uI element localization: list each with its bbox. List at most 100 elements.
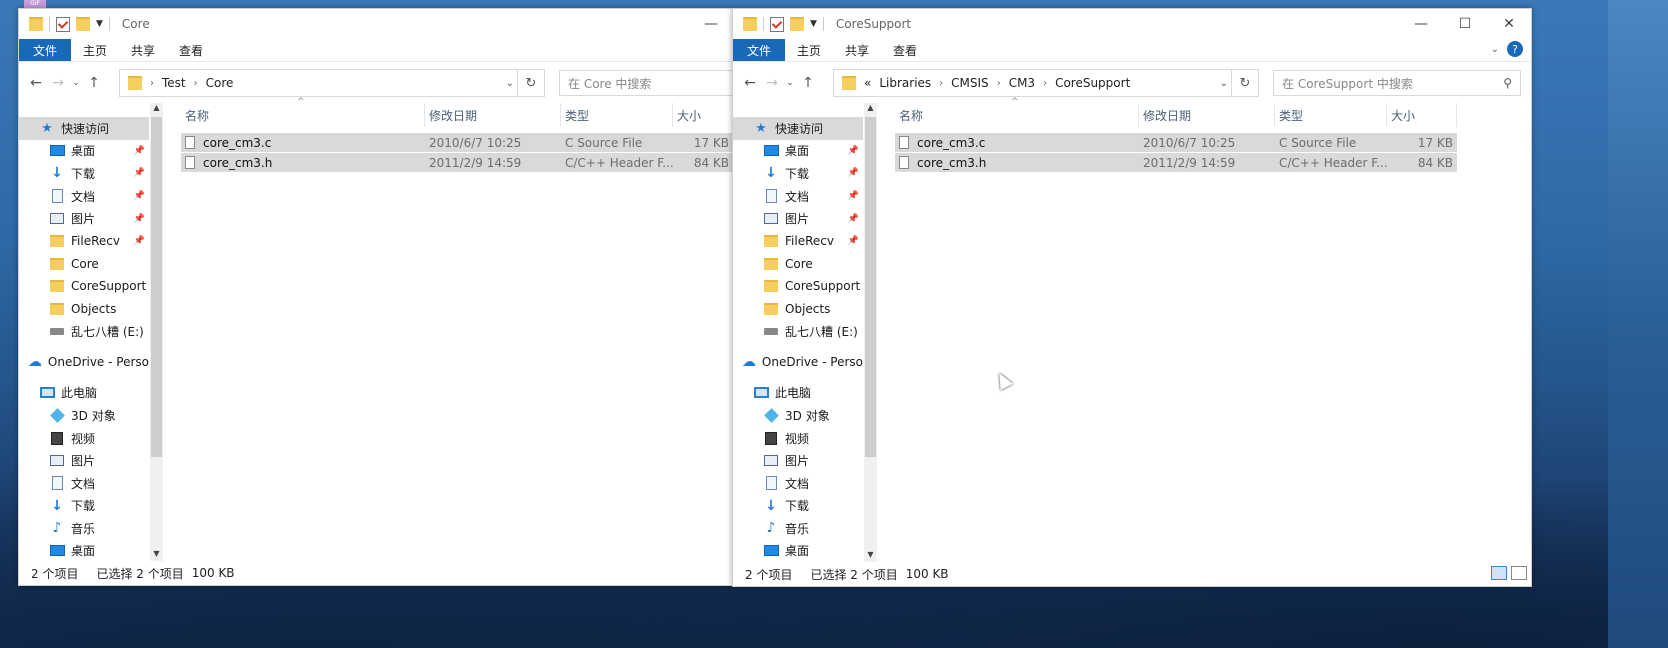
nav-quick-access[interactable]: ★ 快速访问 (19, 117, 149, 140)
close-button[interactable]: ✕ (1487, 9, 1531, 39)
table-row[interactable]: core_cm3.h 2011/2/9 14:59 C/C++ Header F… (181, 153, 733, 172)
nav-item[interactable]: 3D 对象 (733, 404, 863, 427)
file-list[interactable]: ^ 名称 修改日期 类型 大小 core_cm3.c 2010/6/7 10:2… (895, 97, 1531, 562)
column-type[interactable]: 类型 (561, 103, 673, 127)
nav-item[interactable]: 图片 📌 (733, 207, 863, 230)
nav-onedrive[interactable]: ☁ OneDrive - Perso (19, 351, 149, 374)
recent-locations-icon[interactable]: ⌄ (783, 78, 797, 88)
help-icon[interactable]: ? (1507, 41, 1523, 57)
minimize-button[interactable]: — (689, 9, 733, 39)
nav-item[interactable]: 桌面 📌 (733, 140, 863, 163)
nav-this-pc[interactable]: 此电脑 (19, 382, 149, 405)
column-name[interactable]: 名称 (181, 103, 425, 127)
nav-item[interactable]: 桌面 (733, 540, 863, 562)
scroll-down-icon[interactable]: ▼ (864, 550, 877, 562)
column-date[interactable]: 修改日期 (1139, 103, 1275, 127)
nav-item[interactable]: ↓ 下载 📌 (19, 162, 149, 185)
nav-item[interactable]: 乱七八糟 (E:) (733, 320, 863, 343)
explorer-window-core[interactable]: ▼ Core — 文件 主页 共享 查看 ← → ⌄ ↑ › Test › Co… (18, 8, 734, 586)
nav-item[interactable]: 3D 对象 (19, 404, 149, 427)
scroll-up-icon[interactable]: ▲ (864, 103, 877, 115)
breadcrumb-item[interactable]: Test (162, 76, 186, 90)
nav-item[interactable]: 视频 (733, 427, 863, 450)
nav-item[interactable]: 文档 📌 (733, 185, 863, 208)
breadcrumb-item[interactable]: Libraries (879, 76, 931, 90)
details-view-icon[interactable] (1491, 566, 1507, 580)
recent-locations-icon[interactable]: ⌄ (69, 78, 83, 88)
chevron-down-icon[interactable]: ⌄ (1220, 78, 1228, 89)
file-list[interactable]: ^ 名称 修改日期 类型 大小 core_cm3.c 2010/6/7 10:2… (181, 97, 733, 561)
back-arrow-icon[interactable]: ← (739, 75, 761, 91)
nav-item[interactable]: 视频 (19, 427, 149, 450)
nav-item[interactable]: 图片 📌 (19, 207, 149, 230)
search-icon[interactable]: ⚲ (1503, 76, 1512, 90)
breadcrumb-item[interactable]: Core (206, 76, 234, 90)
tab-view[interactable]: 查看 (167, 39, 215, 61)
tab-file[interactable]: 文件 (733, 39, 786, 61)
customize-toolbar-icon[interactable]: ▼ (810, 19, 817, 29)
tab-share[interactable]: 共享 (833, 39, 881, 61)
nav-item[interactable]: FileRecv 📌 (733, 230, 863, 253)
nav-item[interactable]: ↓ 下载 📌 (733, 162, 863, 185)
nav-item[interactable]: Core (733, 253, 863, 276)
column-size[interactable]: 大小 (1387, 103, 1457, 127)
column-size[interactable]: 大小 (673, 103, 733, 127)
new-folder-icon[interactable] (76, 17, 90, 31)
nav-scrollbar[interactable]: ▲ ▼ (864, 103, 877, 562)
column-date[interactable]: 修改日期 (425, 103, 561, 127)
expand-ribbon-icon[interactable]: ⌄ (1491, 44, 1499, 55)
nav-item[interactable]: 桌面 (19, 540, 149, 561)
nav-item[interactable]: CoreSupport (19, 275, 149, 298)
nav-scrollbar[interactable]: ▲ ▼ (150, 103, 163, 561)
nav-onedrive[interactable]: ☁ OneDrive - Perso (733, 351, 863, 374)
nav-item[interactable]: 图片 (19, 449, 149, 472)
breadcrumb-item[interactable]: CMSIS (951, 76, 989, 90)
nav-item[interactable]: 图片 (733, 449, 863, 472)
scroll-up-icon[interactable]: ▲ (150, 103, 163, 115)
tab-home[interactable]: 主页 (785, 39, 833, 61)
nav-item[interactable]: ↓ 下载 (19, 495, 149, 518)
scrollbar-thumb[interactable] (151, 117, 162, 457)
nav-item[interactable]: Objects (733, 298, 863, 321)
title-bar[interactable]: ▼ CoreSupport — ☐ ✕ (733, 9, 1531, 39)
scrollbar-thumb[interactable] (865, 117, 876, 457)
tab-home[interactable]: 主页 (71, 39, 119, 61)
address-bar[interactable]: « Libraries › CMSIS › CM3 › CoreSupport … (833, 69, 1259, 97)
table-row[interactable]: core_cm3.c 2010/6/7 10:25 C Source File … (181, 133, 733, 152)
address-bar[interactable]: › Test › Core ⌄ ↻ (119, 69, 545, 97)
nav-item[interactable]: FileRecv 📌 (19, 230, 149, 253)
nav-item[interactable]: ↓ 下载 (733, 495, 863, 518)
search-input[interactable]: 在 Core 中搜索 (559, 70, 733, 96)
nav-item[interactable]: Core (19, 253, 149, 276)
up-arrow-icon[interactable]: ↑ (797, 75, 819, 91)
refresh-icon[interactable]: ↻ (517, 70, 544, 96)
navigation-pane[interactable]: ★ 快速访问 桌面 📌 ↓ 下载 📌 文档 📌 图片 📌 FileRecv 📌 Core Co… (733, 117, 863, 562)
nav-item[interactable]: 文档 📌 (19, 185, 149, 208)
search-input[interactable]: 在 CoreSupport 中搜索 ⚲ (1273, 70, 1521, 96)
table-row[interactable]: core_cm3.h 2011/2/9 14:59 C/C++ Header F… (895, 153, 1457, 172)
refresh-icon[interactable]: ↻ (1231, 70, 1258, 96)
navigation-pane[interactable]: ★ 快速访问 桌面 📌 ↓ 下载 📌 文档 📌 图片 📌 FileRecv 📌 Core Co… (19, 117, 149, 561)
breadcrumb-item[interactable]: CoreSupport (1055, 76, 1130, 90)
forward-arrow-icon[interactable]: → (47, 75, 69, 91)
tab-file[interactable]: 文件 (19, 39, 72, 61)
nav-quick-access[interactable]: ★ 快速访问 (733, 117, 863, 140)
nav-item[interactable]: 乱七八糟 (E:) (19, 320, 149, 343)
breadcrumb-item[interactable]: CM3 (1009, 76, 1035, 90)
nav-item[interactable]: 桌面 📌 (19, 140, 149, 163)
explorer-window-coresupport[interactable]: ▼ CoreSupport — ☐ ✕ 文件 主页 共享 查看 ⌄ ? ← → … (732, 8, 1532, 587)
forward-arrow-icon[interactable]: → (761, 75, 783, 91)
nav-item[interactable]: CoreSupport (733, 275, 863, 298)
scroll-down-icon[interactable]: ▼ (150, 549, 163, 561)
chevron-down-icon[interactable]: ⌄ (506, 78, 514, 89)
breadcrumb-overflow[interactable]: « (864, 76, 871, 90)
nav-item[interactable]: ♪ 音乐 (19, 517, 149, 540)
title-bar[interactable]: ▼ Core — (19, 9, 733, 39)
up-arrow-icon[interactable]: ↑ (83, 75, 105, 91)
properties-icon[interactable] (770, 16, 784, 32)
tab-view[interactable]: 查看 (881, 39, 929, 61)
minimize-button[interactable]: — (1399, 9, 1443, 39)
new-folder-icon[interactable] (790, 17, 804, 31)
nav-this-pc[interactable]: 此电脑 (733, 382, 863, 405)
maximize-button[interactable]: ☐ (1443, 9, 1487, 39)
